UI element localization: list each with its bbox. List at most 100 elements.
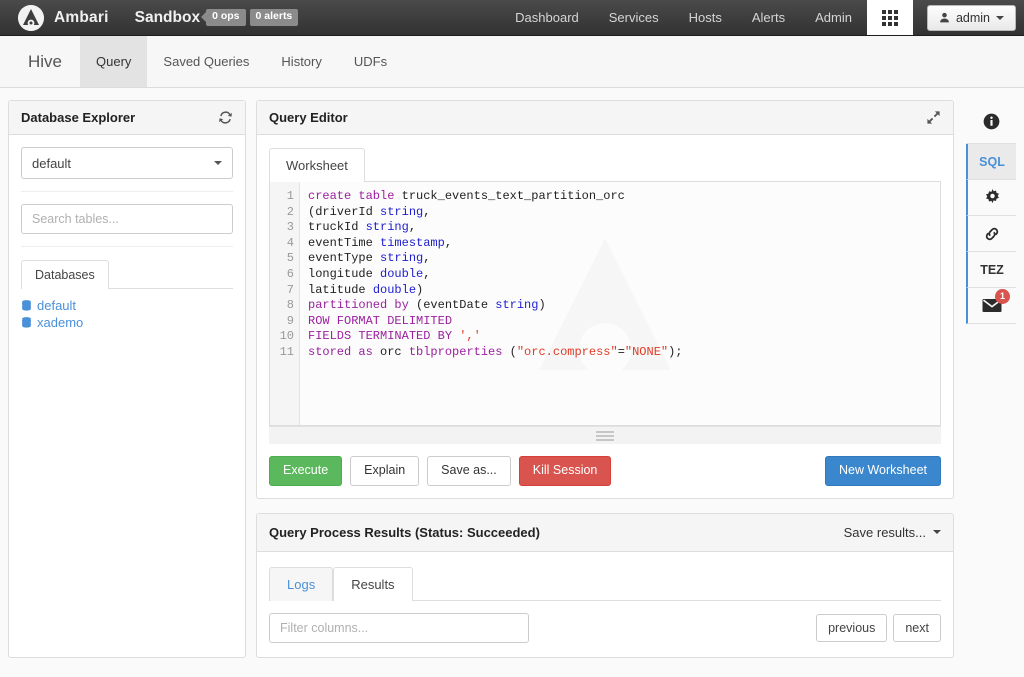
new-worksheet-button[interactable]: New Worksheet [825, 456, 941, 486]
results-pager: previous next [816, 613, 941, 642]
code-token: = [617, 344, 625, 359]
line-number: 6 [286, 266, 294, 281]
divider [21, 246, 233, 247]
code-line: FIELDS TERMINATED BY ',' [308, 329, 683, 345]
filter-columns-input[interactable] [269, 612, 529, 643]
code-lines[interactable]: create table truck_events_text_partition… [300, 182, 683, 425]
line-number: 7 [286, 282, 294, 297]
database-list: default xademo [21, 289, 233, 331]
tab-query[interactable]: Query [80, 36, 148, 87]
tab-logs[interactable]: Logs [269, 566, 334, 601]
code-token: , [423, 266, 431, 281]
previous-page-button[interactable]: previous [816, 613, 888, 642]
save-results-label: Save results... [843, 524, 926, 540]
nav-link-dashboard[interactable]: Dashboard [500, 0, 594, 35]
rail-item-notifications[interactable]: 1 [966, 288, 1016, 324]
tab-history[interactable]: History [265, 36, 337, 87]
code-line: create table truck_events_text_partition… [308, 189, 683, 205]
code-token: string [380, 251, 424, 266]
link-chain-icon [985, 227, 999, 240]
database-name: default [37, 298, 77, 313]
database-icon [22, 299, 31, 311]
query-editor-header: Query Editor [257, 101, 953, 135]
code-token: double [380, 266, 424, 281]
kill-session-button[interactable]: Kill Session [518, 456, 612, 486]
search-tables-input[interactable] [21, 204, 233, 234]
database-explorer-panel: Database Explorer default Databases [8, 100, 246, 658]
notification-badge: 1 [995, 289, 1010, 304]
code-line: truckId string, [308, 220, 683, 236]
list-item[interactable]: xademo [21, 314, 233, 331]
query-results-header: Query Process Results (Status: Succeeded… [257, 513, 953, 552]
code-token: ROW FORMAT DELIMITED [308, 313, 453, 328]
cluster-status-badges: 0 ops 0 alerts [206, 9, 299, 26]
query-results-body: Logs Results previous next [257, 552, 953, 657]
grid-apps-icon [881, 9, 898, 26]
nav-link-hosts[interactable]: Hosts [674, 0, 737, 35]
query-editor-title: Query Editor [269, 110, 348, 125]
next-page-button[interactable]: next [893, 613, 941, 642]
save-results-dropdown[interactable]: Save results... [844, 525, 941, 540]
navbar-left: Ambari Sandbox 0 ops 0 alerts [0, 0, 299, 35]
line-number-gutter: 1 2 3 4 5 6 7 8 9 10 11 [270, 182, 300, 425]
query-editor-card: Query Editor Worksheet 1 2 3 4 5 6 7 8 9… [256, 100, 954, 499]
navbar-right: Dashboard Services Hosts Alerts Admin ad… [500, 0, 1024, 35]
query-results-title: Query Process Results (Status: Succeeded… [269, 524, 540, 540]
ops-badge[interactable]: 0 ops [206, 9, 246, 26]
code-token: truck_events_text_partition_orc [401, 189, 625, 203]
rail-item-sql[interactable]: SQL [966, 144, 1016, 180]
code-token: "orc.compress" [516, 344, 618, 359]
brand-name[interactable]: Ambari [54, 9, 109, 27]
user-menu-button[interactable]: admin [926, 4, 1016, 31]
execute-button[interactable]: Execute [269, 456, 343, 486]
code-token: string [365, 220, 409, 235]
sql-code-editor[interactable]: 1 2 3 4 5 6 7 8 9 10 11 create table truck_events_… [269, 182, 941, 426]
rail-info-button[interactable] [966, 100, 1016, 144]
page-title: Hive [28, 51, 63, 71]
line-number: 9 [286, 313, 294, 328]
code-token: tblproperties [408, 344, 510, 359]
explain-button[interactable]: Explain [350, 456, 420, 486]
database-explorer-title: Database Explorer [21, 110, 136, 125]
code-token: string [495, 298, 539, 313]
top-navbar: Ambari Sandbox 0 ops 0 alerts Dashboard … [0, 0, 1024, 36]
tab-saved-queries[interactable]: Saved Queries [147, 36, 265, 87]
code-token: create table [308, 189, 402, 203]
nav-link-admin[interactable]: Admin [800, 0, 867, 35]
code-token: timestamp [380, 235, 445, 250]
cluster-name[interactable]: Sandbox [135, 9, 200, 27]
database-icon [22, 316, 31, 328]
code-line: eventType string, [308, 251, 683, 267]
save-as-button[interactable]: Save as... [427, 456, 511, 486]
nav-link-alerts[interactable]: Alerts [737, 0, 800, 35]
database-select[interactable]: default [21, 147, 233, 179]
expand-arrows-icon[interactable] [926, 110, 941, 125]
resize-grip-handle[interactable] [269, 426, 941, 444]
editor-action-buttons: Execute Explain Save as... Kill Session … [257, 444, 953, 498]
tab-worksheet[interactable]: Worksheet [269, 148, 365, 182]
code-line: ROW FORMAT DELIMITED [308, 314, 683, 330]
chevron-down-icon [933, 530, 941, 535]
refresh-icon[interactable] [218, 110, 233, 125]
rail-item-link[interactable] [966, 216, 1016, 252]
tab-databases[interactable]: Databases [21, 260, 109, 289]
rail-item-settings[interactable] [966, 180, 1016, 216]
line-number: 5 [286, 251, 294, 266]
hive-view-tabbar: Hive Query Saved Queries History UDFs [0, 36, 1024, 88]
code-token: ) [538, 298, 546, 313]
views-grid-button[interactable] [866, 0, 913, 35]
query-editor-body: Worksheet 1 2 3 4 5 6 7 8 9 10 11 create table tru… [257, 135, 953, 444]
user-menu-container: admin [913, 0, 1024, 35]
nav-link-services[interactable]: Services [594, 0, 674, 35]
list-item[interactable]: default [21, 297, 233, 314]
rail-item-tez[interactable]: TEZ [966, 252, 1016, 288]
alerts-badge[interactable]: 0 alerts [249, 9, 299, 26]
line-number: 11 [279, 344, 294, 359]
chevron-down-icon [996, 15, 1004, 20]
code-line: longitude double, [308, 267, 683, 283]
code-token: ',' [459, 329, 481, 344]
tab-udfs[interactable]: UDFs [338, 36, 403, 87]
chevron-down-icon [214, 161, 222, 165]
code-token: longitude [308, 266, 381, 281]
tab-results[interactable]: Results [333, 566, 413, 601]
